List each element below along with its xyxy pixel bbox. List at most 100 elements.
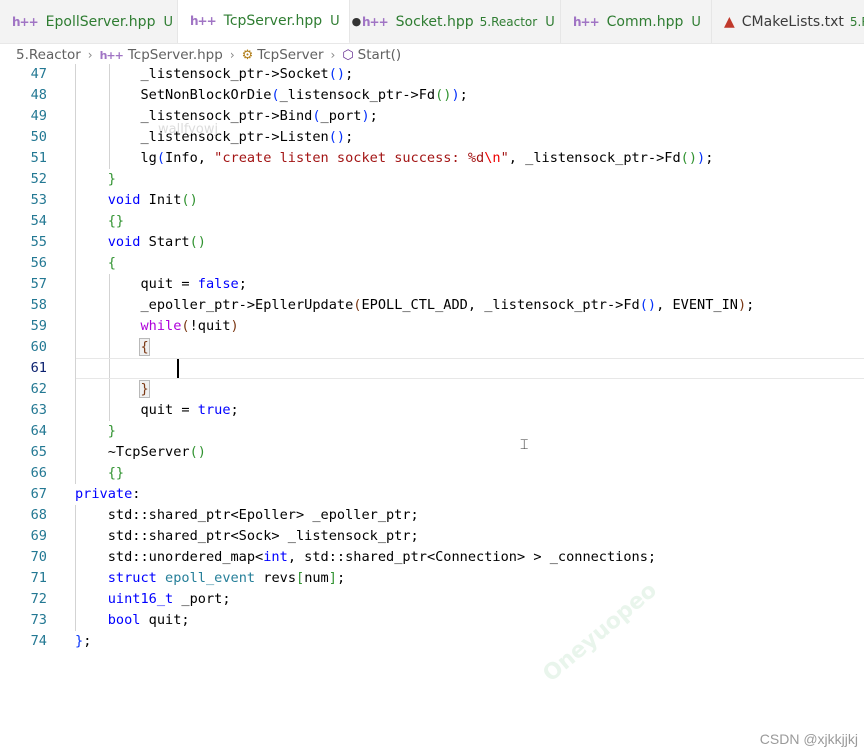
tab-label: Socket.hpp	[395, 14, 474, 30]
tab-label: Comm.hpp	[606, 14, 684, 30]
text-cursor	[177, 359, 179, 378]
code-text: {	[139, 338, 150, 356]
code-text: quit = false;	[75, 276, 247, 292]
code-text: std::shared_ptr<Epoller> _epoller_ptr;	[75, 507, 419, 523]
line-number: 57	[30, 276, 47, 292]
breadcrumb-class[interactable]: TcpServer	[257, 47, 323, 63]
line-number: 69	[30, 528, 47, 544]
code-line[interactable]: 62 }	[0, 379, 864, 400]
breadcrumb-file[interactable]: TcpServer.hpp	[128, 47, 223, 63]
tab-comm[interactable]: h++ Comm.hpp U	[561, 0, 712, 43]
tab-label: TcpServer.hpp	[223, 13, 323, 29]
editor-tab-bar: h++ EpollServer.hpp U h++ TcpServer.hpp …	[0, 0, 864, 44]
cpp-header-file-icon: h++	[99, 48, 124, 62]
code-text: while(!quit)	[140, 318, 239, 334]
code-line-current[interactable]: 61	[0, 358, 864, 379]
code-line[interactable]: 74};	[0, 631, 864, 652]
line-number: 50	[30, 129, 47, 145]
code-text: _listensock_ptr->Listen();	[75, 129, 354, 145]
code-line[interactable]: 63 quit = true;	[0, 400, 864, 421]
tab-epollserver[interactable]: h++ EpollServer.hpp U	[0, 0, 178, 43]
code-line[interactable]: 58 _epoller_ptr->EpllerUpdate(EPOLL_CTL_…	[0, 295, 864, 316]
line-number: 60	[30, 339, 47, 355]
line-number: 55	[30, 234, 47, 250]
tab-cmakelists[interactable]: ▲ CMakeLists.txt 5.Re	[712, 0, 864, 43]
line-number: 67	[30, 486, 47, 502]
line-number: 53	[30, 192, 47, 208]
class-symbol-icon: ⚙	[241, 47, 254, 63]
code-line[interactable]: 60 {	[0, 337, 864, 358]
code-line[interactable]: 65 ~TcpServer()	[0, 442, 864, 463]
code-line[interactable]: 59 while(!quit)	[0, 316, 864, 337]
code-text: SetNonBlockOrDie(_listensock_ptr->Fd());	[75, 87, 468, 103]
code-line[interactable]: 53 void Init()	[0, 190, 864, 211]
code-text: {	[107, 255, 116, 271]
code-text: quit = true;	[75, 402, 239, 418]
code-line[interactable]: 72 uint16_t _port;	[0, 589, 864, 610]
breadcrumb-folder[interactable]: 5.Reactor	[16, 47, 81, 63]
code-line[interactable]: 71 struct epoll_event revs[num];	[0, 568, 864, 589]
code-line[interactable]: 49 _listensock_ptr->Bind(_port);	[0, 106, 864, 127]
code-text: struct epoll_event revs[num];	[107, 570, 346, 586]
code-line[interactable]: 66 {}	[0, 463, 864, 484]
breadcrumb-method[interactable]: Start()	[358, 47, 402, 63]
code-line[interactable]: 73 bool quit;	[0, 610, 864, 631]
git-status-badge: U	[163, 14, 173, 30]
tab-label: CMakeLists.txt	[741, 14, 844, 30]
code-text: }	[139, 380, 150, 398]
chevron-right-icon: ›	[330, 48, 336, 62]
code-editor[interactable]: wallfyowj 47 _listensock_ptr->Socket(); …	[0, 64, 864, 664]
line-number: 72	[30, 591, 47, 607]
line-number: 64	[30, 423, 47, 439]
line-number: 63	[30, 402, 47, 418]
chevron-right-icon: ›	[87, 48, 93, 62]
code-text: _epoller_ptr->EpllerUpdate(EPOLL_CTL_ADD…	[75, 297, 755, 313]
code-line[interactable]: 64 }	[0, 421, 864, 442]
code-text: _listensock_ptr->Bind(_port);	[75, 108, 378, 124]
tab-directory-hint: 5.Re	[849, 15, 864, 29]
line-number: 47	[30, 66, 47, 82]
i-beam-cursor-icon: ⌶	[520, 437, 529, 453]
tab-directory-hint: 5.Reactor	[479, 15, 538, 29]
code-text: ~TcpServer()	[75, 444, 206, 460]
line-number: 48	[30, 87, 47, 103]
code-text: };	[75, 633, 92, 649]
csdn-credit: CSDN @xjkkjjkj	[759, 731, 858, 747]
code-line[interactable]: 47 _listensock_ptr->Socket();	[0, 64, 864, 85]
line-number: 52	[30, 171, 47, 187]
chevron-right-icon: ›	[229, 48, 235, 62]
code-text: std::shared_ptr<Sock> _listensock_ptr;	[75, 528, 419, 544]
code-line[interactable]: 50 _listensock_ptr->Listen();	[0, 127, 864, 148]
line-number: 61	[30, 360, 47, 376]
tab-socket[interactable]: h++ Socket.hpp 5.Reactor U	[350, 0, 561, 43]
line-number: 54	[30, 213, 47, 229]
line-number: 65	[30, 444, 47, 460]
cpp-header-file-icon: h++	[362, 15, 389, 29]
tab-label: EpollServer.hpp	[45, 14, 156, 30]
line-number: 66	[30, 465, 47, 481]
line-number: 58	[30, 297, 47, 313]
tab-tcpserver[interactable]: h++ TcpServer.hpp U ●	[178, 0, 361, 43]
code-line[interactable]: 51 lg(Info, "create listen socket succes…	[0, 148, 864, 169]
code-text: }	[107, 171, 116, 187]
line-number: 74	[30, 633, 47, 649]
code-line[interactable]: 54 {}	[0, 211, 864, 232]
line-number: 70	[30, 549, 47, 565]
cmake-file-icon: ▲	[724, 14, 735, 30]
code-line[interactable]: 70 std::unordered_map<int, std::shared_p…	[0, 547, 864, 568]
code-line[interactable]: 69 std::shared_ptr<Sock> _listensock_ptr…	[0, 526, 864, 547]
line-number: 51	[30, 150, 47, 166]
code-text: lg(Info, "create listen socket success: …	[75, 150, 714, 166]
git-status-badge: U	[545, 14, 555, 30]
code-text: std::unordered_map<int, std::shared_ptr<…	[75, 549, 657, 565]
cpp-header-file-icon: h++	[12, 15, 39, 29]
code-line[interactable]: 57 quit = false;	[0, 274, 864, 295]
code-line[interactable]: 55 void Start()	[0, 232, 864, 253]
code-line[interactable]: 48 SetNonBlockOrDie(_listensock_ptr->Fd(…	[0, 85, 864, 106]
code-line[interactable]: 56 {	[0, 253, 864, 274]
code-line[interactable]: 52 }	[0, 169, 864, 190]
cpp-header-file-icon: h++	[190, 14, 217, 28]
code-line[interactable]: 67 private:	[0, 484, 864, 505]
code-line[interactable]: 68 std::shared_ptr<Epoller> _epoller_ptr…	[0, 505, 864, 526]
git-status-badge: U	[330, 13, 340, 29]
